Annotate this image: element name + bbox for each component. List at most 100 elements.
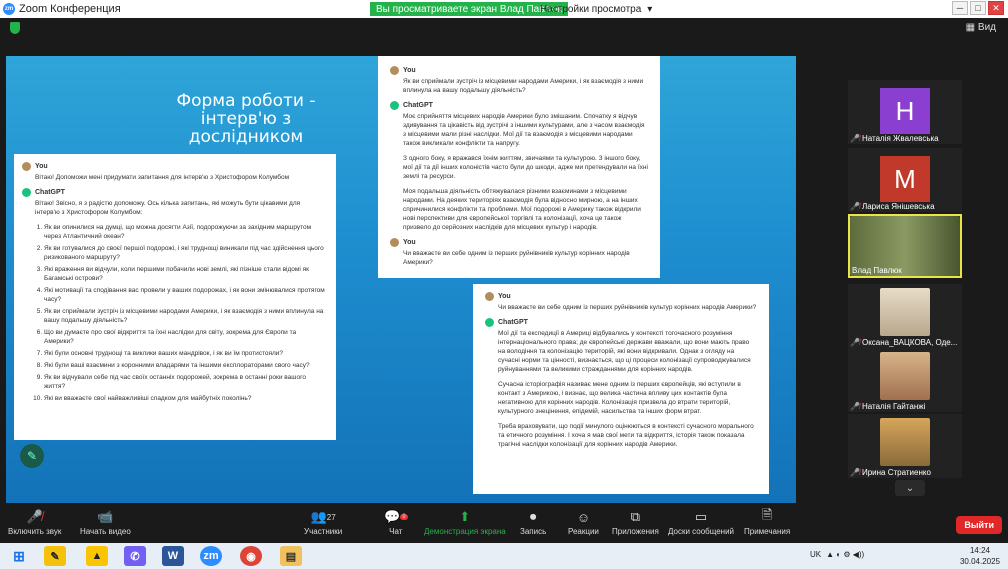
participants-label: Участники bbox=[304, 527, 343, 536]
annotate-pencil-icon[interactable]: ✎ bbox=[20, 444, 44, 468]
paint-app-icon[interactable]: ✎ bbox=[44, 546, 66, 566]
participant-name-label: Влад Павлюк bbox=[852, 266, 902, 275]
you-header: You bbox=[485, 292, 757, 301]
close-icon[interactable]: ✕ bbox=[988, 1, 1004, 15]
file-explorer-icon[interactable]: ▤ bbox=[280, 546, 302, 566]
chrome-icon[interactable]: ◉ bbox=[240, 546, 262, 566]
chatgpt-avatar-icon bbox=[22, 188, 31, 197]
zoom-logo-icon: zm bbox=[3, 3, 15, 15]
apps-button[interactable]: ⧉ Приложения bbox=[612, 507, 659, 536]
participant-name-label: Оксана_ВАЦКОВА, Оде... bbox=[861, 338, 958, 347]
you-header: You bbox=[22, 162, 326, 171]
window-titlebar: zm Zoom Конференция Вы просматриваете эк… bbox=[0, 0, 1008, 18]
mic-muted-icon: 🎤̸ bbox=[850, 468, 860, 477]
list-item: Які були основні труднощі та виклики ваш… bbox=[44, 349, 326, 358]
participant-avatar: M bbox=[880, 156, 930, 202]
start-video-button[interactable]: 📹 Начать видео bbox=[80, 507, 131, 536]
meeting-toolbar: 🎤̸ Включить звук 📹 Начать видео 👥 27 Участн… bbox=[0, 505, 1008, 543]
mic-muted-icon: 🎤̸ bbox=[26, 509, 43, 524]
gpt-paragraph: Моя подальша діяльність обтяжувалася різ… bbox=[403, 188, 641, 231]
gpt-paragraph: Сучасна історіографія називає мене одним… bbox=[498, 381, 741, 415]
gpt-paragraph: Мої дії та експедиції в Америці відбувал… bbox=[498, 330, 751, 373]
chatgpt-avatar-icon bbox=[390, 101, 399, 110]
questions-list: Як ви опинилися на думці, що можна досяг… bbox=[22, 223, 326, 403]
unmute-label: Включить звук bbox=[8, 527, 62, 536]
chat-button[interactable]: 💬 9 Чат bbox=[384, 507, 408, 536]
maximize-icon[interactable]: □ bbox=[970, 1, 986, 15]
you-label: You bbox=[35, 163, 48, 170]
participants-icon: 👥 27 bbox=[310, 509, 336, 524]
record-button[interactable]: ⏺ Запись bbox=[520, 507, 546, 536]
record-icon: ⏺ bbox=[529, 509, 537, 524]
gpt-intro: Вітаю! Звісно, я з радістю допоможу. Ось… bbox=[35, 200, 301, 216]
window-title: Zoom Конференция bbox=[19, 3, 121, 15]
whiteboard-icon: ▭ bbox=[694, 509, 708, 524]
notes-label: Примечания bbox=[744, 527, 791, 536]
zoom-taskbar-icon[interactable]: zm bbox=[200, 546, 222, 566]
gpt-label: ChatGPT bbox=[35, 189, 65, 196]
participant-name: 🎤̸ Ирина Стратиенко bbox=[850, 468, 931, 477]
participant-name-label: Лариса Янішевська bbox=[861, 202, 935, 211]
reactions-icon: ☺ bbox=[576, 509, 591, 525]
reactions-label: Реакции bbox=[568, 527, 599, 536]
shared-screen-slide: Форма роботи - інтерв'ю з дослідником Yo… bbox=[6, 56, 796, 503]
word-icon[interactable]: W bbox=[162, 546, 184, 566]
clock-date: 30.04.2025 bbox=[959, 557, 1000, 566]
participant-tile-active[interactable]: Влад Павлюк bbox=[848, 214, 962, 278]
unmute-button[interactable]: 🎤̸ Включить звук bbox=[8, 507, 61, 536]
participant-name: 🎤̸ Оксана_ВАЦКОВА, Оде... bbox=[850, 338, 957, 347]
view-label: Вид bbox=[977, 22, 996, 33]
you-label: You bbox=[498, 293, 511, 300]
viber-icon[interactable]: ✆ bbox=[124, 546, 146, 566]
participant-tile[interactable]: 🎤̸ Ирина Стратиенко bbox=[848, 414, 962, 478]
record-label: Запись bbox=[520, 527, 547, 536]
participant-video bbox=[880, 352, 930, 400]
windows-taskbar: ⊞ ✎ ▲ ✆ W zm ◉ ▤ UK ▲ ◐ ⚙ ◀)) 14:24 30.04.… bbox=[0, 543, 1008, 569]
list-item: Що ви думаєте про свої відкриття та їхні… bbox=[44, 328, 326, 346]
gpt-label: ChatGPT bbox=[403, 102, 433, 109]
you-message: Вітаю! Допоможи мені придумати запитання… bbox=[35, 174, 290, 181]
participant-name: 🎤̸ Лариса Янішевська bbox=[850, 202, 935, 211]
share-screen-button[interactable]: ⬆ Демонстрация экрана bbox=[424, 507, 506, 536]
participant-tile[interactable]: M 🎤̸ Лариса Янішевська bbox=[848, 148, 962, 212]
you-message: Чи вважаєте ви себе одним із перших руйн… bbox=[403, 250, 630, 266]
chatgpt-avatar-icon bbox=[485, 318, 494, 327]
participant-tile[interactable]: 🎤̸ Наталія Гайтанжі bbox=[848, 348, 962, 412]
you-message: Як ви сприймали зустріч із місцевими нар… bbox=[403, 78, 644, 94]
gpt-header: ChatGPT bbox=[390, 101, 648, 110]
security-shield-icon[interactable] bbox=[10, 22, 20, 34]
notes-button[interactable]: 🗎 Примечания bbox=[744, 507, 790, 536]
participants-button[interactable]: 👥 27 Участники bbox=[304, 507, 342, 536]
chat-icon: 💬 9 bbox=[384, 509, 408, 524]
reactions-button[interactable]: ☺ Реакции bbox=[568, 507, 599, 537]
user-avatar-icon bbox=[22, 162, 31, 171]
app-triangle-icon[interactable]: ▲ bbox=[86, 546, 108, 566]
share-banner-text: Вы просматриваете экран Влад Павлюк bbox=[376, 3, 563, 15]
you-header: You bbox=[390, 238, 648, 247]
clock[interactable]: 14:24 30.04.2025 bbox=[960, 545, 1000, 567]
participant-avatar: H bbox=[880, 88, 930, 134]
share-banner: Вы просматриваете экран Влад Павлюк bbox=[370, 2, 569, 16]
mic-muted-icon: 🎤̸ bbox=[850, 202, 860, 211]
participant-name-label: Наталія Гайтанжі bbox=[861, 402, 926, 411]
whiteboards-button[interactable]: ▭ Доски сообщений bbox=[668, 507, 734, 536]
scroll-down-icon[interactable]: ⌄ bbox=[895, 480, 925, 496]
leave-button[interactable]: Выйти bbox=[956, 516, 1002, 534]
gpt-label: ChatGPT bbox=[498, 319, 528, 326]
mic-muted-icon: 🎤̸ bbox=[850, 338, 860, 347]
participants-count: 27 bbox=[326, 512, 336, 522]
you-label: You bbox=[403, 239, 416, 246]
apps-label: Приложения bbox=[612, 527, 659, 536]
view-options-label: Настройки просмотра bbox=[540, 3, 642, 15]
minimize-icon[interactable]: ─ bbox=[952, 1, 968, 15]
language-indicator[interactable]: UK bbox=[810, 550, 821, 559]
view-button[interactable]: ▦ Вид bbox=[966, 22, 996, 33]
participant-tile[interactable]: 🎤̸ Оксана_ВАЦКОВА, Оде... bbox=[848, 284, 962, 348]
list-item: Як ви сприймали зустріч із місцевими нар… bbox=[44, 307, 326, 325]
list-item: Як ви готувалися до своєї першої подорож… bbox=[44, 244, 326, 262]
list-item: Як ви опинилися на думці, що можна досяг… bbox=[44, 223, 326, 241]
participant-tile[interactable]: H 🎤̸ Наталія Жвалевська bbox=[848, 80, 962, 144]
windows-start-icon[interactable]: ⊞ bbox=[8, 546, 30, 566]
view-options-dropdown[interactable]: Настройки просмотра ▾ bbox=[540, 2, 652, 16]
meeting-header: ▦ Вид bbox=[0, 18, 1008, 40]
